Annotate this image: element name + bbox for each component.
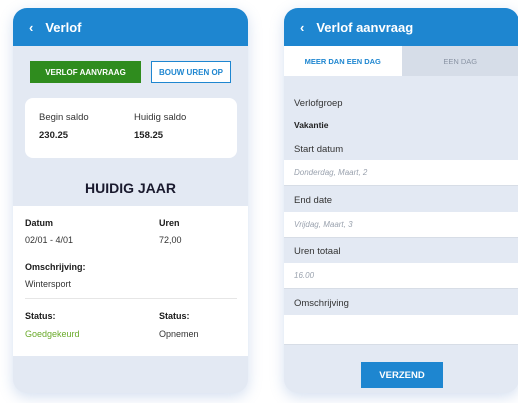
current-balance-label: Huidig saldo bbox=[134, 112, 187, 123]
submit-button[interactable]: VERZEND bbox=[361, 362, 443, 388]
tab-single-day[interactable]: EEN DAG bbox=[401, 46, 518, 76]
leave-header: ‹ Verlof bbox=[13, 8, 248, 46]
leave-request-title: Verlof aanvraag bbox=[316, 19, 414, 35]
total-hours-label: Uren totaal bbox=[294, 246, 341, 257]
status-label: Status: bbox=[25, 311, 56, 321]
end-date-input[interactable] bbox=[284, 212, 518, 237]
date-value: 02/01 - 4/01 bbox=[25, 235, 74, 245]
tab-bar: MEER DAN EEN DAG EEN DAG bbox=[284, 46, 518, 76]
start-date-input[interactable] bbox=[284, 160, 518, 185]
total-hours-input[interactable] bbox=[284, 263, 518, 288]
start-date-label: Start datum bbox=[294, 144, 344, 155]
leave-title: Verlof bbox=[45, 19, 82, 35]
start-date-field bbox=[284, 160, 518, 186]
leave-overview-screen: ‹ Verlof VERLOF AANVRAAG BOUW UREN OP Be… bbox=[13, 8, 248, 393]
end-date-label: End date bbox=[294, 195, 333, 206]
leave-request-button[interactable]: VERLOF AANVRAAG bbox=[30, 61, 141, 83]
leave-group-label: Verlofgroep bbox=[294, 98, 343, 109]
description-value: Wintersport bbox=[25, 279, 72, 289]
leave-entry-card[interactable]: Datum 02/01 - 4/01 Uren 72,00 Omschrijvi… bbox=[13, 206, 248, 356]
back-arrow-icon[interactable]: ‹ bbox=[300, 20, 304, 35]
status-label-2: Status: bbox=[159, 311, 190, 321]
take-status-value: Opnemen bbox=[159, 329, 199, 339]
approved-status-value: Goedgekeurd bbox=[25, 329, 80, 339]
description-label: Omschrijving bbox=[294, 298, 349, 309]
begin-balance-label: Begin saldo bbox=[39, 112, 89, 123]
leave-request-screen: ‹ Verlof aanvraag MEER DAN EEN DAG EEN D… bbox=[284, 8, 518, 393]
description-input[interactable] bbox=[284, 315, 518, 344]
date-label: Datum bbox=[25, 218, 54, 228]
hours-value: 72,00 bbox=[159, 235, 182, 245]
balance-card: Begin saldo 230.25 Huidig saldo 158.25 bbox=[25, 98, 237, 158]
current-year-title: HUIDIG JAAR bbox=[84, 180, 176, 196]
current-balance-value: 158.25 bbox=[134, 130, 164, 141]
end-date-field bbox=[284, 212, 518, 238]
divider bbox=[25, 298, 237, 299]
tab-multiple-days[interactable]: MEER DAN EEN DAG bbox=[284, 46, 402, 76]
begin-balance-value: 230.25 bbox=[39, 130, 69, 141]
description-label: Omschrijving: bbox=[25, 262, 86, 272]
hours-label: Uren bbox=[159, 218, 180, 228]
build-hours-button[interactable]: BOUW UREN OP bbox=[151, 61, 231, 83]
leave-request-header: ‹ Verlof aanvraag bbox=[284, 8, 518, 46]
description-field bbox=[284, 315, 518, 345]
leave-group-value[interactable]: Vakantie bbox=[294, 120, 329, 130]
back-arrow-icon[interactable]: ‹ bbox=[29, 20, 33, 35]
total-hours-field bbox=[284, 263, 518, 289]
